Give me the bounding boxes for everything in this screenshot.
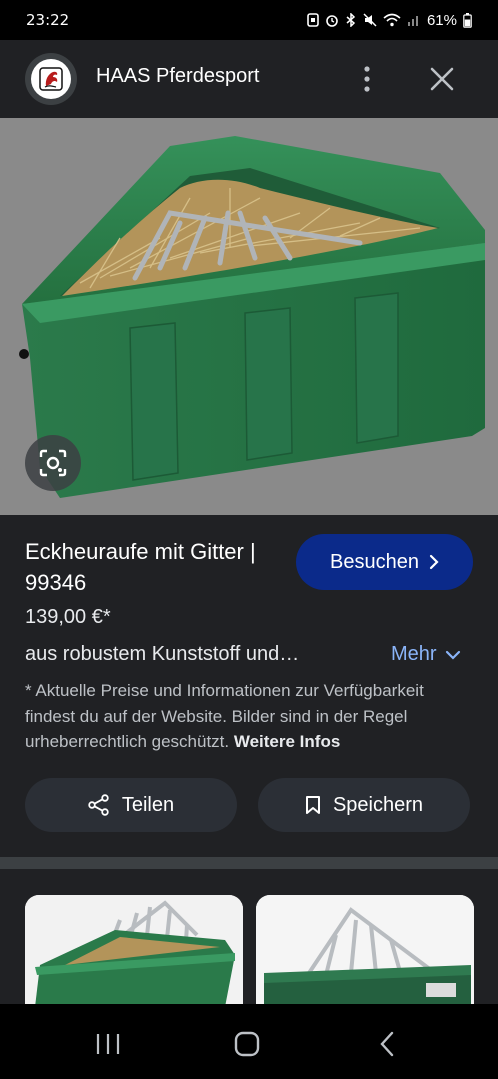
visit-label: Besuchen	[330, 550, 419, 573]
recent-apps-button[interactable]	[88, 1024, 128, 1064]
top-app-bar: HAAS Pferdesport	[0, 40, 498, 118]
back-button[interactable]	[367, 1024, 407, 1064]
battery-text: 61%	[426, 11, 457, 29]
disclaimer: * Aktuelle Preise und Informationen zur …	[25, 678, 475, 755]
lens-search-button[interactable]	[25, 435, 81, 491]
sim-icon	[307, 13, 319, 27]
more-options-button[interactable]	[352, 62, 382, 96]
product-price: 139,00 €*	[25, 606, 111, 628]
disclaimer-text: * Aktuelle Preise und Informationen zur …	[25, 681, 424, 751]
save-button[interactable]: Speichern	[258, 778, 470, 832]
product-description: aus robustem Kunststoff und…	[25, 643, 300, 665]
status-bar: 23:22 61%	[0, 0, 498, 40]
close-button[interactable]	[425, 62, 459, 96]
chevron-down-icon	[445, 650, 460, 660]
related-product-card[interactable]	[256, 895, 474, 1007]
lens-icon	[39, 449, 67, 477]
visit-button[interactable]: Besuchen	[296, 534, 473, 590]
status-time: 23:22	[26, 11, 70, 29]
site-name: HAAS Pferdesport	[96, 65, 260, 87]
more-vert-icon	[364, 66, 370, 92]
status-icons: 61%	[307, 12, 472, 29]
save-label: Speichern	[332, 793, 424, 816]
bluetooth-icon	[345, 13, 357, 27]
site-logo[interactable]	[25, 53, 77, 105]
wifi-icon	[383, 13, 401, 27]
alarm-icon	[325, 13, 339, 27]
close-icon	[430, 67, 454, 91]
recent-apps-icon	[96, 1034, 120, 1054]
back-icon	[380, 1031, 394, 1057]
share-icon	[88, 794, 109, 816]
share-button[interactable]: Teilen	[25, 778, 237, 832]
more-info-link[interactable]: Weitere Infos	[234, 732, 340, 751]
bookmark-icon	[305, 796, 320, 814]
more-description-button[interactable]: Mehr	[391, 643, 461, 666]
system-navigation-bar	[0, 1004, 498, 1079]
mute-icon	[363, 13, 377, 27]
more-label: Mehr	[391, 643, 437, 665]
related-product-card[interactable]	[25, 895, 243, 1007]
chevron-right-icon	[429, 554, 439, 570]
section-divider	[0, 857, 498, 869]
signal-icon	[407, 13, 421, 27]
home-button[interactable]	[227, 1024, 267, 1064]
home-icon	[234, 1031, 260, 1057]
battery-icon	[463, 12, 472, 28]
product-title: Eckheuraufe mit Gitter | 99346	[25, 539, 256, 595]
horse-logo-icon	[31, 59, 71, 99]
share-label: Teilen	[121, 793, 175, 816]
